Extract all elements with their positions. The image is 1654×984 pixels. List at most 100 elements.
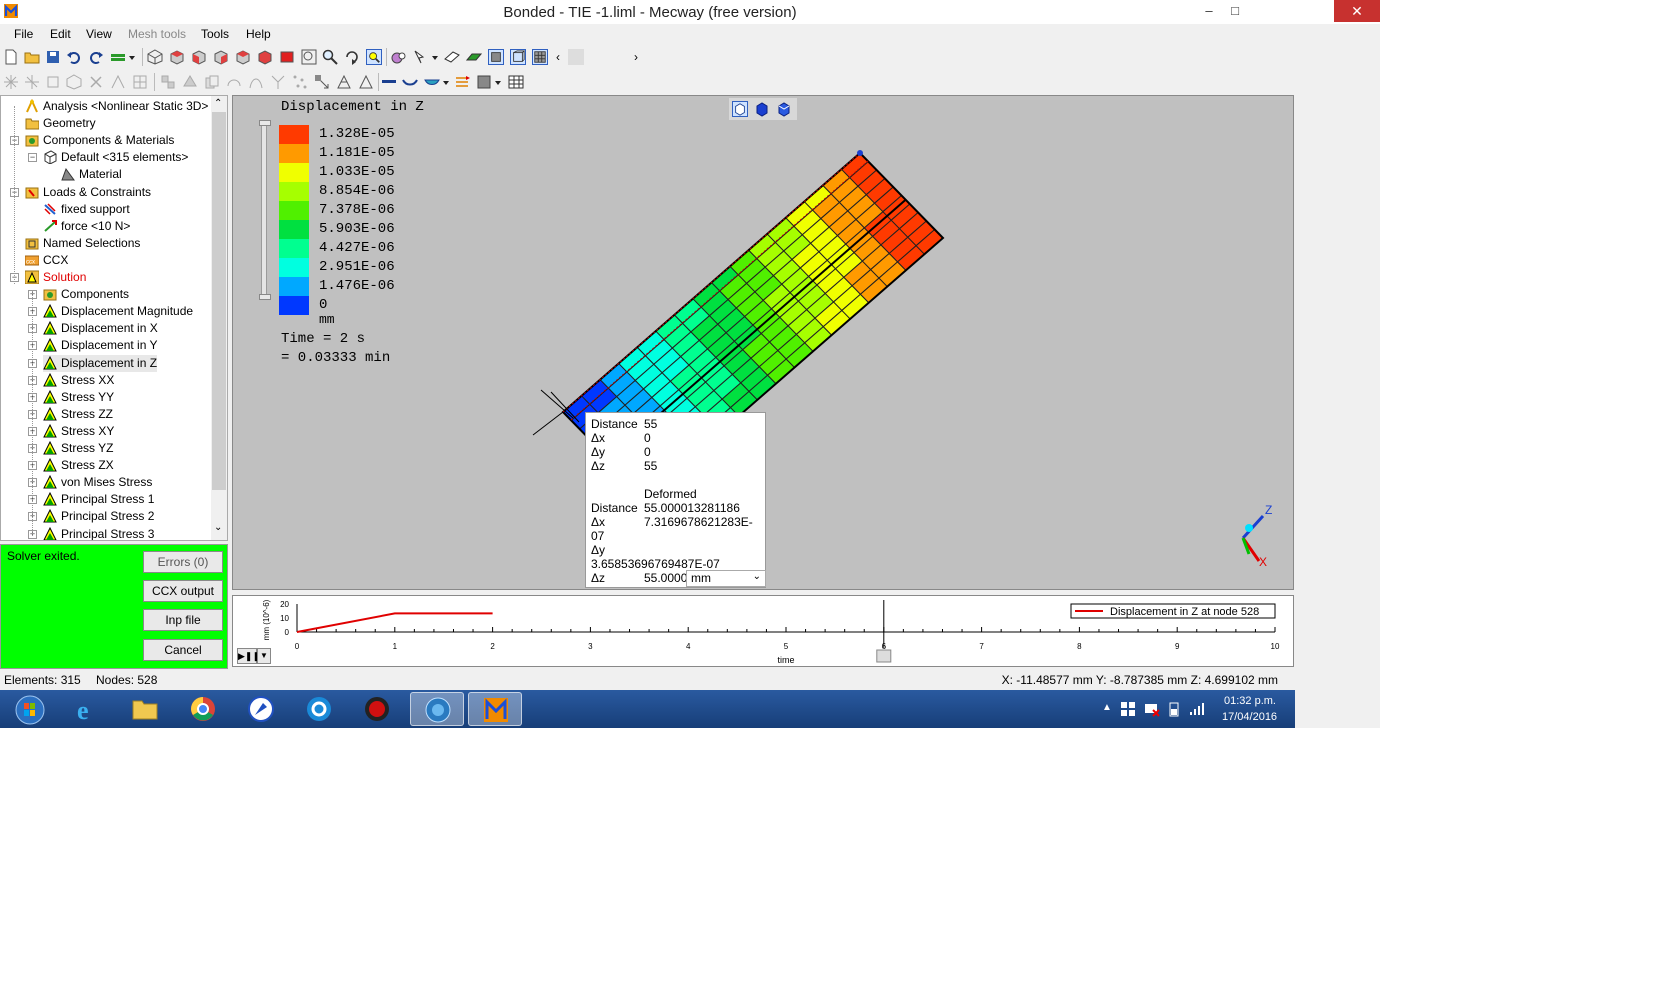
solid-view-icon[interactable]: [466, 49, 482, 65]
beam-tool-icon[interactable]: [381, 74, 397, 90]
undo-icon[interactable]: [66, 49, 82, 65]
shell-tool-icon[interactable]: [402, 74, 418, 90]
zoom-box-icon[interactable]: [301, 49, 317, 65]
menu-view[interactable]: View: [86, 27, 112, 41]
3d-viewport[interactable]: ZX Displacement in Z 1.328E-05 1.181E-05 1…: [232, 95, 1294, 590]
tooltip-unit-select[interactable]: mm ⌄: [686, 570, 766, 587]
tree-item[interactable]: Analysis <Nonlinear Static 3D>: [25, 98, 208, 115]
tree-item[interactable]: Displacement in X: [43, 320, 158, 337]
select-mode-dropdown-icon[interactable]: [413, 49, 439, 65]
collapse-icon[interactable]: −: [28, 153, 37, 163]
app-blue-taskbar[interactable]: [234, 692, 288, 726]
play-options-dropdown[interactable]: ▼: [257, 648, 271, 664]
tree-item[interactable]: force <10 N>: [43, 218, 130, 235]
menu-help[interactable]: Help: [246, 27, 271, 41]
tray-expand-icon[interactable]: ▲: [1102, 702, 1112, 713]
new-file-icon[interactable]: [3, 49, 19, 65]
selected-node-marker[interactable]: [857, 150, 863, 156]
cancel-button[interactable]: Cancel: [143, 639, 223, 661]
tree-item[interactable]: Stress XY: [43, 423, 114, 440]
toolbar-scroll-thumb[interactable]: [568, 49, 584, 65]
app-c-taskbar[interactable]: [292, 692, 346, 726]
view-bottom-icon[interactable]: [279, 49, 295, 65]
close-button[interactable]: ✕: [1334, 0, 1380, 22]
errors-button[interactable]: Errors (0): [143, 551, 223, 573]
tree-item[interactable]: Displacement in Z: [43, 354, 158, 372]
tree-item[interactable]: Stress YZ: [43, 440, 113, 457]
tree-item[interactable]: Displacement in Y: [43, 337, 158, 354]
open-folder-icon[interactable]: [24, 49, 40, 65]
scroll-up-icon[interactable]: ⌃: [214, 98, 222, 109]
mesh-view-icon[interactable]: [532, 49, 548, 65]
view-left-icon[interactable]: [213, 49, 229, 65]
tree-item[interactable]: Stress XX: [43, 372, 114, 389]
view-cube-shaded-icon[interactable]: [776, 101, 792, 117]
scroll-right-icon[interactable]: ›: [634, 50, 638, 64]
app-red-taskbar[interactable]: [350, 692, 404, 726]
legend-min-handle[interactable]: [259, 294, 271, 300]
tree-item[interactable]: Named Selections: [25, 235, 140, 252]
menu-mesh-tools[interactable]: Mesh tools: [128, 27, 186, 41]
app-globe-taskbar[interactable]: [410, 692, 464, 726]
redo-icon[interactable]: [88, 49, 104, 65]
time-cursor-handle[interactable]: [876, 649, 892, 663]
tree-item[interactable]: fixed support: [43, 201, 130, 218]
view-right-icon[interactable]: [235, 49, 251, 65]
view-top-icon[interactable]: [257, 49, 273, 65]
tree-item[interactable]: Principal Stress 2: [43, 508, 154, 525]
play-pause-button[interactable]: ▶❚❚: [237, 648, 260, 664]
clock-time[interactable]: 01:32 p.m.: [1224, 695, 1276, 707]
tree-item[interactable]: ccx CCX: [25, 252, 68, 269]
save-icon[interactable]: [45, 49, 61, 65]
shaded-view-icon[interactable]: [488, 49, 504, 65]
battery-icon[interactable]: [1168, 701, 1180, 717]
tree-item[interactable]: Components & Materials: [25, 132, 174, 149]
view-back-icon[interactable]: [191, 49, 207, 65]
internet-explorer-taskbar[interactable]: e: [60, 692, 114, 726]
tree-item[interactable]: Default <315 elements>: [43, 149, 188, 166]
tree-item[interactable]: Principal Stress 1: [43, 491, 154, 508]
tree-item[interactable]: Solution: [25, 269, 86, 286]
menu-edit[interactable]: Edit: [50, 27, 71, 41]
tree-item[interactable]: Components: [43, 286, 129, 303]
scroll-left-icon[interactable]: ‹: [556, 50, 560, 64]
line-style-dropdown-icon[interactable]: [110, 49, 136, 65]
action-center-icon[interactable]: [1120, 701, 1136, 717]
tree-item[interactable]: von Mises Stress: [43, 474, 152, 491]
table-icon[interactable]: [508, 74, 524, 90]
tree-item[interactable]: Principal Stress 3: [43, 526, 154, 540]
scroll-down-icon[interactable]: ⌄: [214, 522, 222, 533]
tree-item[interactable]: Stress ZX: [43, 457, 114, 474]
menu-file[interactable]: File: [14, 27, 33, 41]
tree-item[interactable]: Loads & Constraints: [25, 184, 151, 201]
surface-dropdown-icon[interactable]: [424, 74, 450, 90]
signal-icon[interactable]: [1188, 701, 1204, 717]
file-explorer-taskbar[interactable]: [118, 692, 172, 726]
zoom-fit-icon[interactable]: [366, 49, 382, 65]
wireframe-view-icon[interactable]: [510, 49, 526, 65]
tree-item[interactable]: Displacement Magnitude: [43, 303, 193, 320]
maximize-button[interactable]: □: [1220, 0, 1250, 22]
select-surface-icon[interactable]: [444, 49, 460, 65]
mecway-taskbar[interactable]: [468, 692, 522, 726]
legend-range-slider[interactable]: [261, 122, 267, 298]
tree-scrollbar[interactable]: ⌃ ⌄: [211, 96, 227, 540]
zoom-icon[interactable]: [322, 49, 338, 65]
clock-date[interactable]: 17/04/2016: [1222, 711, 1277, 723]
tree-item[interactable]: Stress ZZ: [43, 406, 113, 423]
view-cube-wire-icon[interactable]: [732, 101, 748, 117]
view-iso-icon[interactable]: [147, 49, 163, 65]
constraint-dropdown-icon[interactable]: [476, 74, 502, 90]
load-arrows-icon[interactable]: [455, 74, 471, 90]
network-error-icon[interactable]: [1144, 701, 1160, 717]
tree-scroll-thumb[interactable]: [212, 112, 226, 490]
legend-max-handle[interactable]: [259, 120, 271, 126]
start-button[interactable]: [2, 692, 56, 726]
inp-file-button[interactable]: Inp file: [143, 609, 223, 631]
tree-item[interactable]: Geometry: [25, 115, 96, 132]
tree-item[interactable]: Material: [61, 166, 122, 183]
menu-tools[interactable]: Tools: [201, 27, 229, 41]
tree-item[interactable]: Stress YY: [43, 389, 114, 406]
view-front-icon[interactable]: [169, 49, 185, 65]
rotate-icon[interactable]: [344, 49, 360, 65]
